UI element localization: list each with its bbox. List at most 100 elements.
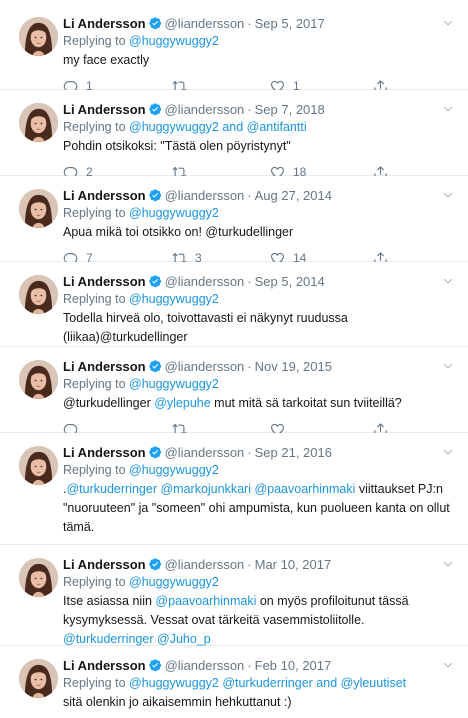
tweet-text: Todella hirveä olo, toivottavasti ei näk… [63,309,456,347]
author-handle[interactable]: @liandersson [165,658,245,673]
replying-to: Replying to @huggywuggy2 [63,33,456,50]
avatar[interactable] [19,275,58,314]
tweet-item[interactable]: Li Andersson @liandersson · Nov 19, 2015 Rep… [0,347,468,437]
tweet-header: Li Andersson @liandersson · Sep 21, 2016 [63,443,456,462]
avatar[interactable] [19,446,58,485]
tweet-text: Itse asiassa niin @paavoarhinmaki on myö… [63,592,456,649]
separator-dot: · [247,16,252,31]
tweet-text-segment: my face exactly [63,53,150,67]
tweet-text-segment: Itse asiassa niin [63,594,156,608]
replying-to-label: Replying to [63,206,130,220]
tweet-item[interactable]: Li Andersson @liandersson · Sep 7, 2018 Repl… [0,90,468,180]
replying-to: Replying to @huggywuggy2 @turkuderringer… [63,675,456,692]
author-handle[interactable]: @liandersson [165,557,245,572]
verified-badge-icon [148,188,162,202]
author-handle[interactable]: @liandersson [165,445,245,460]
tweet-text-segment: mut mitä sä tarkoitat sun tviiteillä? [210,396,402,410]
replying-to-users[interactable]: @huggywuggy2 [129,206,219,220]
tweet-date[interactable]: Nov 19, 2015 [255,359,332,374]
chevron-down-icon[interactable] [442,555,456,574]
replying-to-users[interactable]: @huggywuggy2 [129,34,219,48]
mention-link[interactable]: @Juho_p [157,632,211,646]
tweet-header: Li Andersson @liandersson · Feb 10, 2017 [63,656,456,675]
author-name[interactable]: Li Andersson [63,557,146,572]
tweet-text: .@turkuderringer @markojunkkari @paavoar… [63,480,456,537]
avatar[interactable] [19,360,58,399]
mention-link[interactable]: @turkuderringer [63,632,154,646]
author-handle[interactable]: @liandersson [165,16,245,31]
tweet-text-segment: @turkudellinger [63,396,155,410]
replying-to-users[interactable]: @huggywuggy2 [129,463,219,477]
author-name[interactable]: Li Andersson [63,274,146,289]
mention-link[interactable]: @turkuderringer [66,482,157,496]
tweet-item[interactable]: Li Andersson @liandersson · Mar 10, 2017 Rep… [0,545,468,673]
tweet-date[interactable]: Mar 10, 2017 [255,557,332,572]
author-handle[interactable]: @liandersson [165,188,245,203]
avatar[interactable] [19,103,58,142]
tweet-content: Li Andersson @liandersson · Sep 7, 2018 Repl… [63,100,456,182]
chevron-down-icon[interactable] [442,656,456,675]
separator-dot: · [247,274,252,289]
mention-link[interactable]: @ylepuhe [154,396,210,410]
replying-to-users[interactable]: @huggywuggy2 and @antifantti [129,120,307,134]
replying-to-label: Replying to [63,292,130,306]
tweet-item[interactable]: Li Andersson @liandersson · Sep 21, 2016 Rep… [0,433,468,561]
tweet-date[interactable]: Aug 27, 2014 [255,188,332,203]
replying-to-label: Replying to [63,676,130,690]
replying-to-users[interactable]: @huggywuggy2 @turkuderringer and @yleuut… [129,676,406,690]
chevron-down-icon[interactable] [442,100,456,119]
tweet-header: Li Andersson @liandersson · Sep 5, 2014 [63,272,456,291]
tweet-item[interactable]: Li Andersson @liandersson · Aug 27, 2014 Rep… [0,176,468,266]
avatar[interactable] [19,17,58,56]
verified-badge-icon [148,102,162,116]
author-name[interactable]: Li Andersson [63,658,146,673]
separator-dot: · [247,445,252,460]
avatar[interactable] [19,659,58,698]
chevron-down-icon[interactable] [442,272,456,291]
tweet-feed: Li Andersson @liandersson · Sep 5, 2017 Repl… [0,0,468,718]
mention-link[interactable]: @paavoarhinmaki [155,594,256,608]
replying-to-users[interactable]: @huggywuggy2 [129,575,219,589]
chevron-down-icon[interactable] [442,357,456,376]
tweet-content: Li Andersson @liandersson · Nov 19, 2015 Rep… [63,357,456,439]
tweet-header: Li Andersson @liandersson · Nov 19, 2015 [63,357,456,376]
tweet-text: my face exactly [63,51,456,70]
author-handle[interactable]: @liandersson [165,274,245,289]
tweet-date[interactable]: Sep 21, 2016 [255,445,332,460]
replying-to: Replying to @huggywuggy2 and @antifantti [63,119,456,136]
author-handle[interactable]: @liandersson [165,102,245,117]
author-name[interactable]: Li Andersson [63,16,146,31]
mention-link[interactable]: @markojunkkari [160,482,251,496]
tweet-item[interactable]: Li Andersson @liandersson · Sep 5, 2017 Repl… [0,4,468,94]
tweet-date[interactable]: Sep 5, 2014 [255,274,325,289]
author-name[interactable]: Li Andersson [63,188,146,203]
separator-dot: · [247,102,252,117]
verified-badge-icon [148,557,162,571]
tweet-text-segment: Apua mikä toi otsikko on! @turkudellinge… [63,225,294,239]
replying-to-users[interactable]: @huggywuggy2 [129,377,219,391]
tweet-item[interactable]: Li Andersson @liandersson · Sep 5, 2014 Repl… [0,262,468,371]
author-name[interactable]: Li Andersson [63,445,146,460]
avatar[interactable] [19,558,58,597]
avatar[interactable] [19,189,58,228]
author-handle[interactable]: @liandersson [165,359,245,374]
replying-to: Replying to @huggywuggy2 [63,376,456,393]
author-name[interactable]: Li Andersson [63,102,146,117]
chevron-down-icon[interactable] [442,443,456,462]
tweet-content: Li Andersson @liandersson · Sep 5, 2017 Repl… [63,14,456,96]
tweet-item[interactable]: Li Andersson @liandersson · Feb 10, 2017 Rep… [0,646,468,718]
separator-dot: · [247,359,252,374]
verified-badge-icon [148,658,162,672]
mention-link[interactable]: @paavoarhinmaki [254,482,355,496]
chevron-down-icon[interactable] [442,14,456,33]
tweet-date[interactable]: Sep 7, 2018 [255,102,325,117]
replying-to-users[interactable]: @huggywuggy2 [129,292,219,306]
author-name[interactable]: Li Andersson [63,359,146,374]
verified-badge-icon [148,16,162,30]
chevron-down-icon[interactable] [442,186,456,205]
tweet-text-segment: sitä olenkin jo aikaisemmin hehkuttanut … [63,695,292,709]
tweet-date[interactable]: Sep 5, 2017 [255,16,325,31]
tweet-date[interactable]: Feb 10, 2017 [255,658,332,673]
tweet-header: Li Andersson @liandersson · Aug 27, 2014 [63,186,456,205]
tweet-text-segment: Pohdin otsikoksi: "Tästä olen pöyristyny… [63,139,291,153]
